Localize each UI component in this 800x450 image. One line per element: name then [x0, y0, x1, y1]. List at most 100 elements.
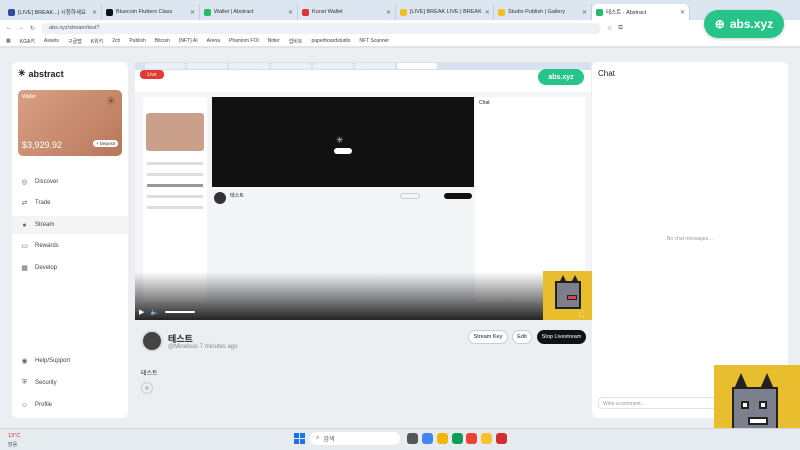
browser-tab-active[interactable]: 테스트 · Abstract ✕ [592, 4, 690, 20]
app-icon[interactable] [437, 433, 448, 444]
nav-profile[interactable]: ☺ Profile [12, 396, 128, 414]
stream-icon: ● [22, 221, 27, 229]
app-icon[interactable] [466, 433, 477, 444]
search-icon: ⌕ [316, 435, 320, 441]
extension-icon[interactable]: ⧉ [618, 25, 622, 32]
nav-develop[interactable]: ▦ Develop [12, 259, 128, 277]
stop-livestream-button[interactable]: Stop Livestream [537, 330, 586, 344]
abstract-emblem-icon: ✳ [336, 135, 344, 145]
tab-favicon-icon [400, 8, 407, 16]
bookmark-item[interactable]: (NFT) AI [179, 38, 198, 44]
wallet-label: Wallet [22, 94, 36, 100]
video-controls: ▶ 🔈 [135, 304, 591, 320]
app-icon[interactable] [496, 433, 507, 444]
shield-icon: ⛨ [21, 379, 28, 386]
x-share-icon[interactable]: ✕ [141, 382, 153, 394]
live-indicator: Live [140, 70, 164, 79]
stream-video-player[interactable]: Live abs.xyz ✳ 테스트 Chat ▶ 🔈 [135, 62, 591, 320]
browser-tab[interactable]: [LIVE] BREAK...| 시청하세요 ✕ [4, 4, 102, 20]
volume-slider[interactable] [165, 311, 196, 313]
nav-help-support[interactable]: ◉ Help/Support [12, 352, 128, 370]
bookmark-item[interactable]: 업비트 [289, 38, 303, 45]
bookmark-item[interactable]: Assets [44, 38, 59, 44]
close-icon[interactable]: ✕ [92, 9, 97, 16]
reload-icon[interactable]: ↻ [30, 25, 35, 32]
tab-favicon-icon [204, 8, 211, 16]
cat-avatar-overlay [543, 271, 592, 320]
wallet-card[interactable]: Wallet ✳ $3,929.92 + Deposit [18, 90, 122, 156]
tab-title: Kunst Wallet [312, 9, 343, 15]
chrome-icon[interactable] [422, 433, 433, 444]
bookmark-item[interactable]: 2ch [112, 38, 120, 44]
bookmark-item[interactable]: Arena [207, 38, 220, 44]
nav-discover[interactable]: ◎ Discover [12, 173, 128, 191]
edit-button[interactable]: Edit [512, 330, 532, 344]
bookmark-item[interactable]: Bitcoin [155, 38, 170, 44]
apps-icon[interactable]: ▦ [6, 38, 11, 44]
browser-tab[interactable]: Kunst Wallet ✕ [298, 4, 396, 20]
wallet-balance: $3,929.92 [22, 140, 63, 150]
user-icon: ☺ [20, 401, 29, 409]
chat-input[interactable]: Write a comment... [598, 397, 723, 409]
logo-icon: ✳ [18, 68, 26, 78]
fullscreen-icon[interactable]: ⛶ [579, 312, 584, 320]
bookmark-item[interactable]: Phantom FOI [229, 38, 259, 44]
windows-taskbar: 13°C 맑음 [0, 428, 800, 450]
close-icon[interactable]: ✕ [582, 9, 587, 16]
tab-favicon-icon [498, 8, 505, 16]
tab-favicon-icon [596, 8, 603, 16]
tab-title: [LIVE] BREAK...| 시청하세요 [18, 10, 86, 16]
stream-key-button[interactable]: Stream Key [468, 330, 508, 344]
windows-start-icon[interactable] [294, 433, 305, 444]
globe-icon: ⊕ [714, 17, 725, 31]
tab-title: [LIVE] BREAK LIVE | BREAK [410, 9, 482, 15]
browser-tab[interactable]: [LIVE] BREAK LIVE | BREAK ✕ [396, 4, 494, 20]
bookmark-item[interactable]: K위키 [91, 38, 104, 45]
streamer-avatar[interactable] [141, 330, 163, 352]
inner-stream-preview: ✳ [212, 97, 474, 187]
nav-security[interactable]: ⛨ Security [12, 374, 128, 392]
play-icon[interactable]: ▶ [139, 308, 144, 316]
task-view-icon[interactable] [407, 433, 418, 444]
close-icon[interactable]: ✕ [485, 9, 490, 16]
forward-icon[interactable]: → [18, 25, 24, 31]
abstract-logo[interactable]: ✳ abstract [18, 68, 64, 79]
inner-avatar [214, 192, 226, 204]
close-icon[interactable]: ✕ [288, 9, 293, 16]
folder-icon[interactable] [481, 433, 492, 444]
deposit-button[interactable]: + Deposit [92, 140, 118, 147]
tab-title: Wallet | Abstract [214, 9, 254, 15]
browser-tab[interactable]: Wallet | Abstract ✕ [200, 4, 298, 20]
back-icon[interactable]: ← [6, 25, 12, 31]
close-icon[interactable]: ✕ [386, 9, 391, 16]
close-icon[interactable]: ✕ [680, 9, 685, 16]
url-field[interactable]: abs.xyz/stream/test? [41, 22, 602, 34]
star-icon[interactable]: ☆ [607, 25, 612, 32]
bookmark-item[interactable]: Publish [129, 38, 145, 44]
tab-favicon-icon [8, 8, 15, 16]
browser-tab[interactable]: Bluecoin Flutters Class ✕ [102, 4, 200, 20]
taskbar-search[interactable]: ⌕ 검색 [310, 432, 400, 445]
inner-browser-tabs [135, 62, 591, 70]
browser-tab[interactable]: Studio Publish | Gallery ✕ [494, 4, 592, 20]
tab-title: 테스트 · Abstract [606, 10, 647, 16]
streamer-handle[interactable]: @Minebuis [168, 344, 198, 350]
bookmark-item[interactable]: paperboardstudio [312, 38, 351, 44]
tab-favicon-icon [302, 8, 309, 16]
bookmark-item[interactable]: 구글맵 [68, 38, 82, 45]
nav-stream[interactable]: ● Stream [12, 216, 128, 234]
inner-stream-name: 테스트 [230, 193, 244, 199]
app-icon[interactable] [452, 433, 463, 444]
bookmark-item[interactable]: Nitter [268, 38, 280, 44]
nav-rewards[interactable]: ▭ Rewards [12, 237, 128, 255]
nav-trade[interactable]: ⇄ Trade [12, 194, 128, 212]
abs-xyz-badge[interactable]: ⊕ abs.xyz [704, 10, 784, 38]
bookmark-item[interactable]: NFT Scanner [359, 38, 389, 44]
chat-empty-message: No chat messages… [666, 236, 714, 242]
close-icon[interactable]: ✕ [190, 9, 195, 16]
volume-icon[interactable]: 🔈 [150, 308, 159, 316]
weather-temp[interactable]: 13°C [8, 433, 20, 439]
bookmark-item[interactable]: KGA키 [20, 38, 35, 45]
inner-abs-badge: abs.xyz [538, 69, 584, 85]
inner-wallet-card [146, 113, 204, 151]
